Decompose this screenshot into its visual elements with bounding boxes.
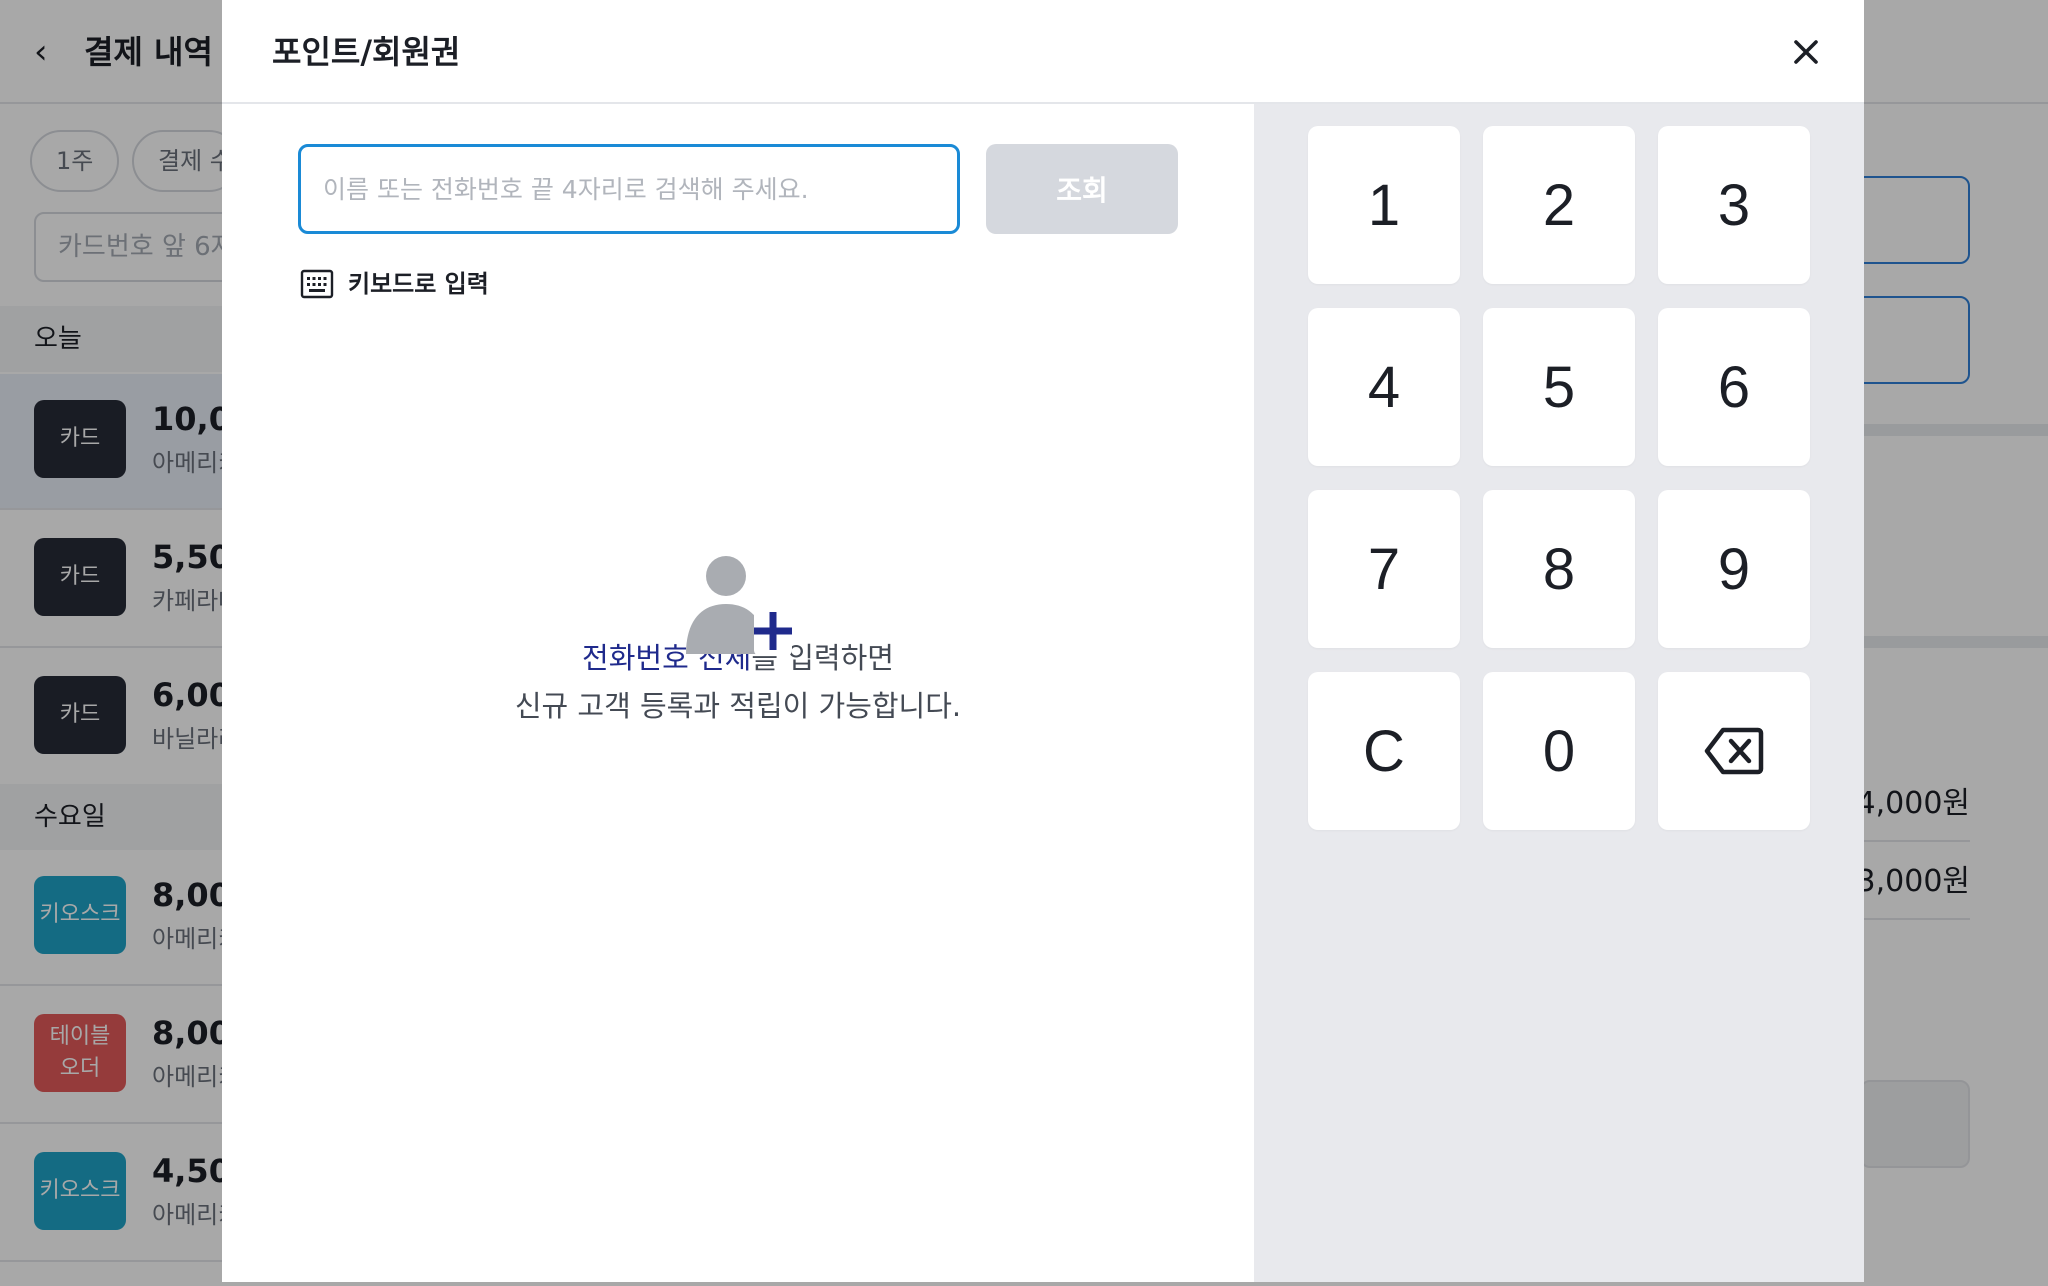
keypad-key-4[interactable]: 4 bbox=[1308, 308, 1460, 466]
keypad-key-8[interactable]: 8 bbox=[1483, 490, 1635, 648]
keypad-key-1[interactable]: 1 bbox=[1308, 126, 1460, 284]
keypad-key-7[interactable]: 7 bbox=[1308, 490, 1460, 648]
modal-title: 포인트/회원권 bbox=[272, 33, 461, 71]
close-icon[interactable] bbox=[1784, 30, 1828, 74]
keypad-key-clear[interactable]: C bbox=[1308, 672, 1460, 830]
keypad-key-5[interactable]: 5 bbox=[1483, 308, 1635, 466]
search-input[interactable] bbox=[298, 144, 960, 234]
number-keypad: 1 2 3 4 5 6 7 8 9 C 0 bbox=[1254, 104, 1864, 1282]
keypad-key-9[interactable]: 9 bbox=[1658, 490, 1810, 648]
keypad-key-2[interactable]: 2 bbox=[1483, 126, 1635, 284]
search-pane: 조회 키보드로 입력 전화번호 전 bbox=[222, 104, 1254, 1282]
lookup-button[interactable]: 조회 bbox=[986, 144, 1178, 234]
keypad-key-3[interactable]: 3 bbox=[1658, 126, 1810, 284]
keyboard-icon bbox=[300, 269, 334, 299]
modal-header: 포인트/회원권 bbox=[222, 0, 1864, 104]
keyboard-input-label: 키보드로 입력 bbox=[348, 270, 489, 298]
keypad-key-backspace[interactable] bbox=[1658, 672, 1810, 830]
keyboard-input-toggle[interactable]: 키보드로 입력 bbox=[300, 262, 489, 306]
keypad-key-0[interactable]: 0 bbox=[1483, 672, 1635, 830]
backspace-icon bbox=[1704, 727, 1764, 775]
points-membership-modal: 포인트/회원권 조회 키보드로 입력 bbox=[222, 0, 1864, 1282]
empty-state: 전화번호 전체를 입력하면 신규 고객 등록과 적립이 가능합니다. bbox=[222, 556, 1254, 730]
add-user-icon bbox=[686, 556, 792, 656]
keypad-key-6[interactable]: 6 bbox=[1658, 308, 1810, 466]
empty-state-line-2: 신규 고객 등록과 적립이 가능합니다. bbox=[514, 689, 962, 723]
